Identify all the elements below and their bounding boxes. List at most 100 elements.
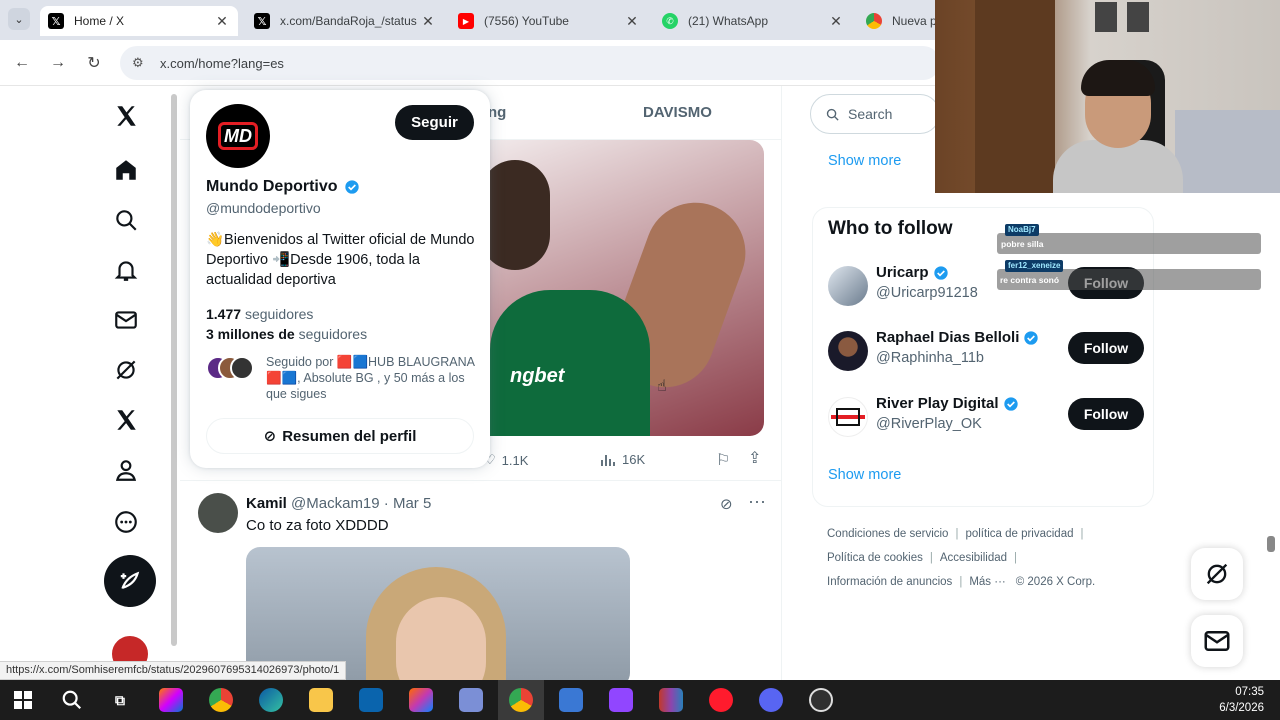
share-icon[interactable]: ⇪ [748,448,761,468]
who-to-follow-title: Who to follow [828,218,953,239]
follow-button[interactable]: Seguir [395,105,474,140]
obs-icon[interactable] [809,688,833,712]
suggestion-handle[interactable]: @RiverPlay_OK [876,416,982,432]
post-author-handle[interactable]: @Mackam19 [291,495,380,512]
following-stat[interactable]: 1.477 seguidores [206,304,367,324]
profile-handle[interactable]: @mundodeportivo [206,200,321,216]
address-bar[interactable]: ⚙ x.com/home?lang=es [120,46,940,80]
avatar[interactable] [828,397,868,437]
views-button[interactable]: 16K [600,452,645,467]
close-icon[interactable]: ✕ [624,13,640,30]
browser-tab-youtube[interactable]: ▶ (7556) YouTube ✕ [450,6,648,36]
like-button[interactable]: ♡ 1.1K [484,452,528,468]
page-scrollbar[interactable] [1267,536,1275,552]
privacy-link[interactable]: política de privacidad [965,528,1073,540]
tab-davismo[interactable]: DAVISMO [643,104,712,121]
search-input[interactable]: Search [810,94,940,134]
ads-info-link[interactable]: Información de anuncios [827,576,952,588]
post-date[interactable]: Mar 5 [393,495,431,512]
chrome-icon[interactable] [209,688,233,712]
avatar-logo-text: MD [218,122,258,150]
accessibility-link[interactable]: Accesibilidad [940,552,1007,564]
forward-arrow-icon[interactable]: → [47,52,69,74]
compose-post-button[interactable] [104,555,156,607]
follow-button[interactable]: Follow [1068,398,1144,430]
search-icon[interactable] [106,200,146,240]
close-icon[interactable]: ✕ [214,13,230,30]
twitch-icon[interactable] [609,688,633,712]
close-icon[interactable]: ✕ [420,13,436,30]
cookies-link[interactable]: Política de cookies [827,552,923,564]
tab-search-dropdown-icon[interactable]: ⌄ [8,8,30,30]
post-photo[interactable]: ngbet [490,140,764,436]
winrar-icon[interactable] [659,688,683,712]
suggestion-name[interactable]: Uricarp [876,264,929,281]
more-circle-icon[interactable] [106,502,146,542]
discord-icon[interactable] [759,688,783,712]
home-icon[interactable] [106,150,146,190]
suggestion-name[interactable]: River Play Digital [876,395,999,412]
more-link[interactable]: Más ··· [969,576,1005,588]
grok-icon [1206,563,1228,585]
avatar[interactable] [198,493,238,533]
grok-floating-button[interactable] [1191,548,1243,600]
browser-tab-whatsapp[interactable]: ✆ (21) WhatsApp ✕ [654,6,852,36]
follow-button[interactable]: Follow [1068,332,1144,364]
app-icon[interactable] [459,688,483,712]
messages-envelope-icon[interactable] [106,300,146,340]
windows-start-icon[interactable] [11,688,35,712]
search-icon[interactable] [60,688,84,712]
profile-person-icon[interactable] [106,450,146,490]
grok-icon[interactable]: ⊘ [720,495,733,513]
tab-following[interactable]: ng [488,104,506,121]
grok-icon[interactable] [106,350,146,390]
profile-stats: 1.477 seguidores 3 millones de seguidore… [206,304,367,344]
back-arrow-icon[interactable]: ← [11,52,33,74]
copilot-365-icon[interactable] [409,688,433,712]
bookmark-icon[interactable]: ⚐ [716,450,730,470]
chrome-active-icon[interactable] [509,688,533,712]
x-home-logo-icon[interactable] [106,96,146,136]
outlook-icon[interactable] [359,688,383,712]
close-icon[interactable]: ✕ [828,13,844,30]
browser-tab-home-x[interactable]: 𝕏 Home / X ✕ [40,6,238,36]
show-more-link[interactable]: Show more [828,153,901,169]
avatar[interactable] [828,331,868,371]
follow-suggestion[interactable]: Raphael Dias Belloli @Raphinha_11b Follo… [828,329,1148,381]
suggestion-handle[interactable]: @Raphinha_11b [876,350,984,366]
grok-icon: ⊘ [263,428,277,445]
follow-suggestion[interactable]: River Play Digital @RiverPlay_OK Follow [828,395,1148,447]
opera-icon[interactable] [709,688,733,712]
avatar[interactable]: MD [206,104,270,168]
view-count: 16K [622,452,646,467]
store-icon[interactable] [559,688,583,712]
followers-stat[interactable]: 3 millones de seguidores [206,324,367,344]
profile-summary-button[interactable]: ⊘ Resumen del perfil [206,418,474,454]
like-count: 1.1K [501,452,529,468]
post-author-name[interactable]: Kamil [246,495,287,512]
suggestion-handle[interactable]: @Uricarp91218 [876,285,978,301]
more-options-icon[interactable]: ··· [748,491,766,512]
avatar [230,356,254,380]
suggestion-name[interactable]: Raphael Dias Belloli [876,329,1019,346]
terms-link[interactable]: Condiciones de servicio [827,528,948,540]
avatar[interactable] [828,266,868,306]
task-view-icon[interactable]: ⧉ [108,688,132,712]
browser-tab-bandaroja[interactable]: 𝕏 x.com/BandaRoja_/status ✕ [246,6,444,36]
site-info-icon[interactable]: ⚙ [132,55,148,71]
notifications-bell-icon[interactable] [106,250,146,290]
feed-scrollbar[interactable] [171,94,177,646]
copilot-icon[interactable] [159,688,183,712]
system-clock[interactable]: 07:35 6/3/2026 [1208,684,1264,716]
premium-x-icon[interactable] [106,400,146,440]
feather-plus-icon [120,571,140,589]
file-explorer-icon[interactable] [309,688,333,712]
chat-text: pobre silla [1001,239,1044,249]
show-more-link[interactable]: Show more [828,467,901,483]
reload-icon[interactable]: ↻ [83,52,105,74]
messages-floating-button[interactable] [1191,615,1243,667]
edge-icon[interactable] [259,688,283,712]
post[interactable]: Kamil @Mackam19 · Mar 5 ⊘ ··· Co to za f… [180,481,782,687]
profile-name[interactable]: Mundo Deportivo [206,178,360,196]
followed-by[interactable]: Seguido por 🟥🟦HUB BLAUGRANA🟥🟦, Absolute … [206,352,480,402]
